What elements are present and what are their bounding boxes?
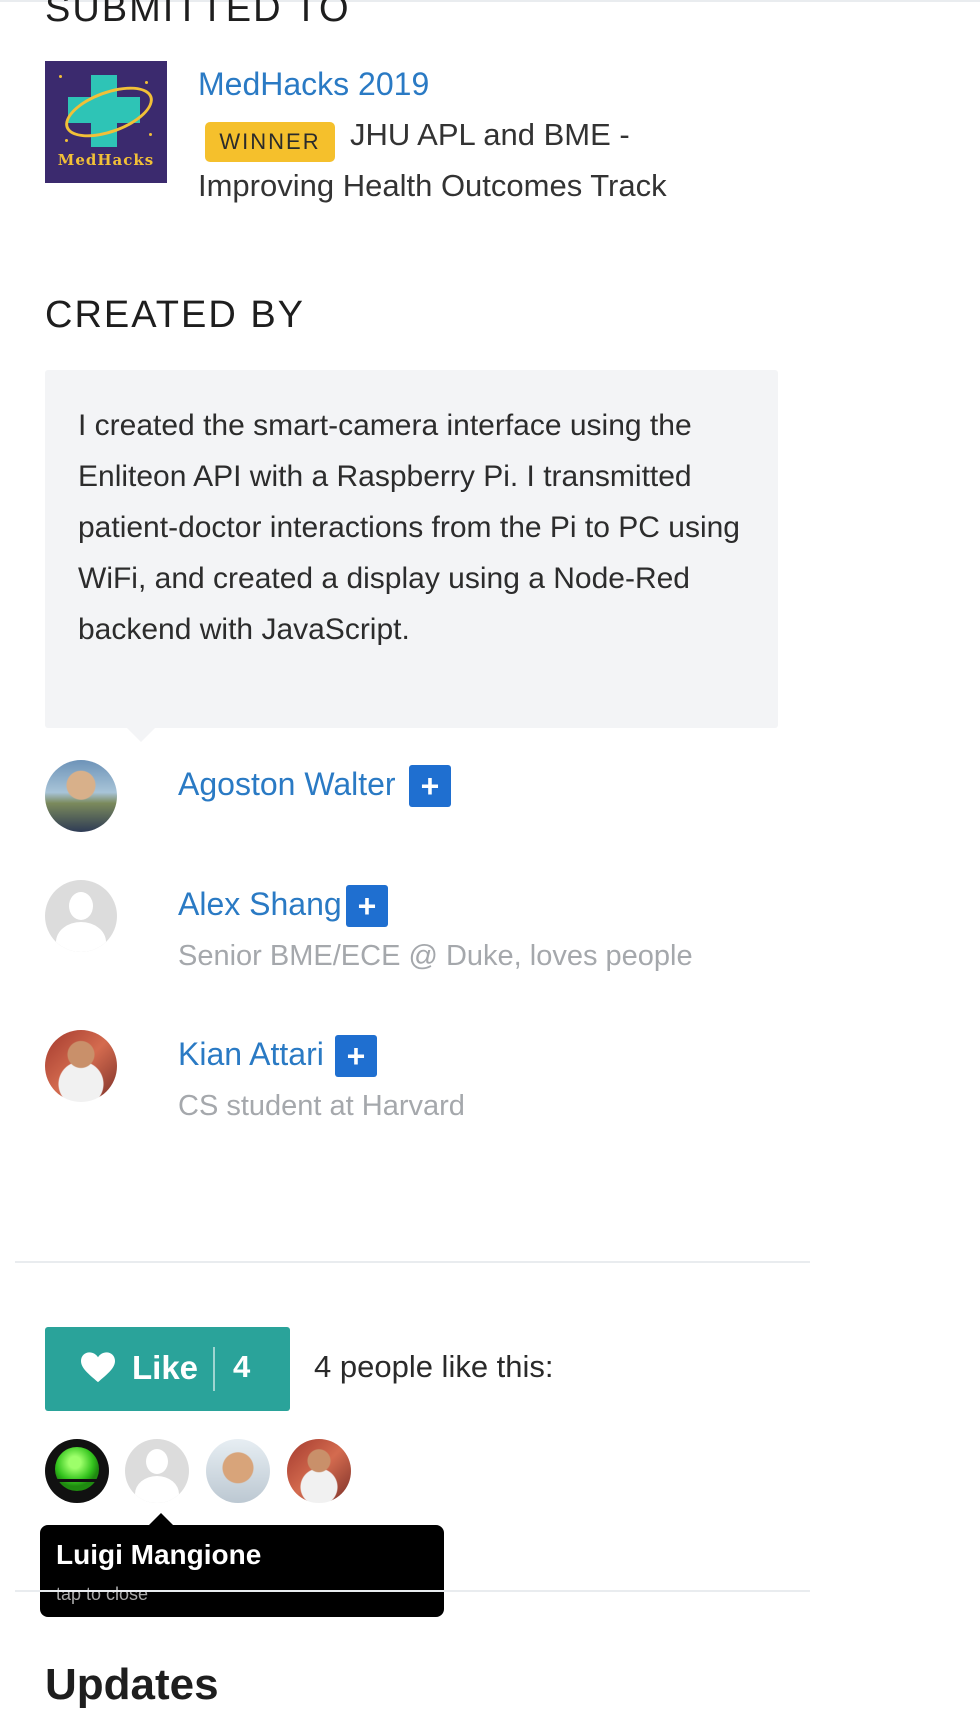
member-name-kian-attari[interactable]: Kian Attari [178,1036,324,1073]
avatar-alex-shang[interactable] [45,880,117,952]
prize-track-line-1: JHU APL and BME - [350,117,630,152]
bio-bubble-pointer [127,728,155,742]
member-bio-text: I created the smart-camera interface usi… [78,409,740,646]
prize-track-line-2: Improving Health Outcomes Track [198,168,667,203]
liker-avatar[interactable] [206,1439,270,1503]
hackathon-link[interactable]: MedHacks 2019 [198,66,429,103]
avatar-kian-attari[interactable] [45,1030,117,1102]
liker-avatar-luigi-mangione[interactable] [45,1439,109,1503]
like-count: 4 [233,1349,251,1384]
like-button[interactable]: Like 4 [45,1327,290,1411]
submitted-to-heading: SUBMITTED TO [45,0,351,30]
like-button-label: Like [132,1349,199,1386]
default-avatar-body [56,922,106,952]
winner-badge: WINNER [205,122,335,162]
hackathon-logo[interactable]: MedHacks [45,61,167,183]
avatar-stripe [47,1479,107,1482]
created-by-heading: CREATED BY [45,294,306,336]
liker-avatar-default[interactable] [125,1439,189,1503]
section-divider [15,1261,810,1263]
tooltip-pointer [149,1513,173,1525]
follow-kian-attari-button[interactable]: + [335,1035,377,1077]
heart-icon [81,1352,115,1383]
member-name-agoston-walter[interactable]: Agoston Walter [178,766,396,803]
default-avatar-head [69,892,93,920]
star-icon [149,133,152,136]
star-icon [59,75,62,78]
follow-agoston-walter-button[interactable]: + [409,765,451,807]
liker-tooltip[interactable]: Luigi Mangione tap to close [40,1525,444,1617]
green-ball-icon [55,1447,99,1491]
tooltip-user-name: Luigi Mangione [56,1539,262,1570]
tooltip-close-hint: tap to close [56,1584,149,1604]
star-icon [145,81,148,84]
member-bio-bubble: I created the smart-camera interface usi… [45,370,778,728]
section-divider [15,1590,810,1592]
star-icon [65,139,68,142]
likes-summary: 4 people like this: [314,1349,554,1384]
default-avatar-head [146,1449,168,1474]
avatar-agoston-walter[interactable] [45,760,117,832]
member-description-alex-shang: Senior BME/ECE @ Duke, loves people [178,940,693,972]
member-name-alex-shang[interactable]: Alex Shang [178,886,342,923]
like-button-separator [213,1347,215,1391]
member-description-kian-attari: CS student at Harvard [178,1090,465,1122]
default-avatar-body [135,1476,179,1503]
liker-avatar[interactable] [287,1439,351,1503]
logo-wordmark: MedHacks [57,151,155,169]
follow-alex-shang-button[interactable]: + [346,885,388,927]
